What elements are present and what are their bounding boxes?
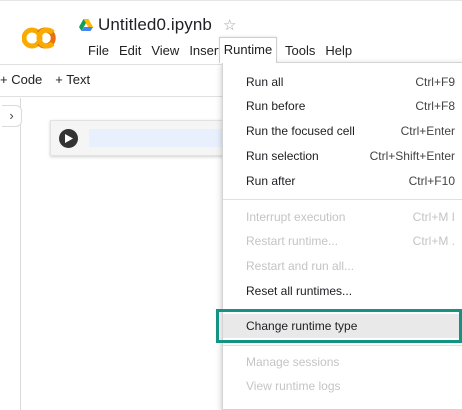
code-cell[interactable]	[50, 120, 250, 156]
menu-item-shortcut: Ctrl+M .	[412, 234, 455, 248]
menu-item-shortcut: Ctrl+F8	[415, 99, 455, 113]
sidebar-expand-icon[interactable]: ›	[2, 105, 22, 127]
menu-item-run-after[interactable]: Run after Ctrl+F10	[223, 169, 462, 193]
menu-item-label: Restart and run all...	[246, 259, 355, 273]
menu-help[interactable]: Help	[325, 43, 352, 58]
menu-separator	[223, 345, 462, 346]
menu-runtime[interactable]: Runtime	[219, 37, 277, 63]
menu-view[interactable]: View	[151, 43, 179, 58]
notebook-title-row: Untitled0.ipynb ☆	[79, 14, 236, 36]
menu-item-label: Reset all runtimes...	[246, 284, 353, 298]
menu-insert[interactable]: Insert	[189, 43, 222, 58]
menu-tools[interactable]: Tools	[285, 43, 315, 58]
menu-item-shortcut: Ctrl+M I	[412, 210, 455, 224]
notebook-title[interactable]: Untitled0.ipynb	[98, 15, 212, 35]
colab-logo-icon[interactable]	[22, 26, 58, 50]
menu-item-shortcut: Ctrl+F9	[415, 75, 455, 89]
menu-item-interrupt-execution: Interrupt execution Ctrl+M I	[223, 205, 462, 229]
colab-window: Untitled0.ipynb ☆ File Edit View Insert …	[0, 0, 462, 410]
menubar-right: Tools Help	[285, 39, 362, 61]
top-border	[0, 0, 462, 1]
menu-file[interactable]: File	[88, 43, 109, 58]
menu-item-run-before[interactable]: Run before Ctrl+F8	[223, 94, 462, 118]
menu-item-shortcut: Ctrl+F10	[408, 174, 455, 188]
sidebar-border	[20, 98, 21, 410]
menu-item-run-selection[interactable]: Run selection Ctrl+Shift+Enter	[223, 144, 462, 168]
star-icon[interactable]: ☆	[223, 16, 236, 34]
menu-edit[interactable]: Edit	[119, 43, 141, 58]
menu-separator	[223, 199, 462, 200]
menu-item-restart-and-run-all: Restart and run all...	[223, 254, 462, 278]
menu-item-shortcut: Ctrl+Enter	[400, 124, 455, 138]
menu-item-reset-all-runtimes[interactable]: Reset all runtimes...	[223, 279, 462, 303]
menu-item-label: View runtime logs	[246, 379, 341, 393]
menu-item-restart-runtime: Restart runtime... Ctrl+M .	[223, 229, 462, 253]
runtime-menu: Run all Ctrl+F9 Run before Ctrl+F8 Run t…	[222, 62, 462, 410]
add-text-button[interactable]: + Text	[55, 72, 90, 87]
notebook-toolbar: + Code + Text	[0, 68, 98, 90]
google-drive-icon	[79, 19, 93, 31]
play-icon	[64, 134, 73, 143]
menu-item-run-all[interactable]: Run all Ctrl+F9	[223, 70, 462, 94]
menu-separator	[223, 309, 462, 310]
menu-item-change-runtime-type[interactable]: Change runtime type	[223, 314, 462, 338]
run-cell-button[interactable]	[59, 129, 78, 148]
menu-item-shortcut: Ctrl+Shift+Enter	[369, 149, 455, 163]
add-code-button[interactable]: + Code	[0, 72, 42, 87]
menu-item-manage-sessions: Manage sessions	[223, 350, 462, 374]
menubar: File Edit View Insert	[88, 39, 232, 61]
menu-item-run-focused-cell[interactable]: Run the focused cell Ctrl+Enter	[223, 119, 462, 143]
menu-item-view-runtime-logs: View runtime logs	[223, 374, 462, 398]
menu-item-label: Manage sessions	[246, 355, 340, 369]
menu-item-label: Change runtime type	[246, 319, 358, 333]
